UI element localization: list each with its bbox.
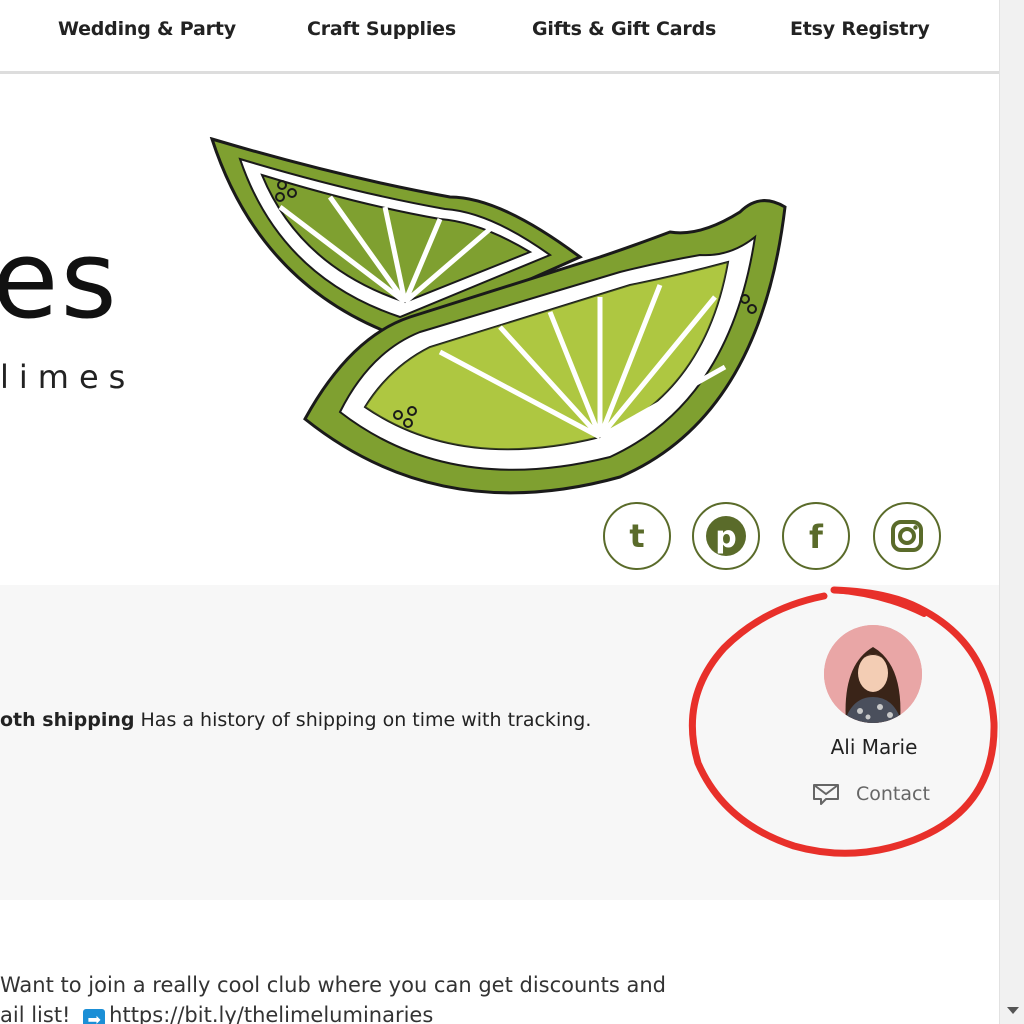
instagram-link[interactable] [873, 502, 941, 570]
svg-text:f: f [809, 518, 824, 556]
tumblr-link[interactable]: t [603, 502, 671, 570]
shop-info-section: oth shipping Has a history of shipping o… [0, 585, 999, 900]
nav-wedding-party[interactable]: Wedding & Party [58, 18, 236, 40]
owner-name[interactable]: Ali Marie [800, 735, 948, 759]
facebook-link[interactable]: f [782, 502, 850, 570]
nav-gifts-gift-cards[interactable]: Gifts & Gift Cards [532, 18, 716, 40]
announcement-line-1: Want to join a really cool club where yo… [0, 973, 666, 997]
right-arrow-icon: ➡ [83, 1009, 106, 1024]
announcement-line-2: ail list! ➡ https://bit.ly/thelimeluminar… [0, 1000, 999, 1024]
shop-logo-title: es [0, 218, 119, 343]
vertical-scrollbar[interactable] [999, 0, 1024, 1024]
contact-label: Contact [856, 783, 930, 805]
shop-owner-card: Ali Marie Contact [800, 623, 948, 813]
shipping-badge-title: oth shipping [0, 709, 135, 731]
category-nav: Wedding & Party Craft Supplies Gifts & G… [0, 0, 999, 74]
lime-slices-illustration [209, 137, 787, 495]
shop-logo-subtitle: limes [0, 358, 136, 396]
owner-photo [824, 625, 922, 723]
pinterest-link[interactable]: p [692, 502, 760, 570]
pinterest-icon: p [706, 516, 746, 556]
tumblr-icon: t [629, 517, 644, 555]
owner-avatar[interactable] [824, 625, 922, 723]
shipping-badge-text: oth shipping Has a history of shipping o… [0, 709, 591, 731]
facebook-icon: f [809, 518, 824, 556]
nav-craft-supplies[interactable]: Craft Supplies [307, 18, 456, 40]
announcement-link[interactable]: https://bit.ly/thelimeluminaries [109, 1003, 433, 1024]
announcement-line-2-text: ail list! [0, 1003, 78, 1024]
shop-banner: es limes t p f [0, 77, 999, 585]
shop-announcement: Want to join a really cool club where yo… [0, 970, 999, 1024]
svg-text:p: p [715, 520, 736, 555]
envelope-icon [813, 784, 839, 805]
instagram-icon [891, 520, 923, 552]
scroll-down-arrow-icon[interactable] [1007, 1007, 1019, 1014]
contact-button[interactable]: Contact [812, 781, 930, 807]
svg-text:t: t [629, 517, 644, 555]
shipping-badge-description: Has a history of shipping on time with t… [134, 709, 592, 731]
nav-etsy-registry[interactable]: Etsy Registry [790, 18, 930, 40]
